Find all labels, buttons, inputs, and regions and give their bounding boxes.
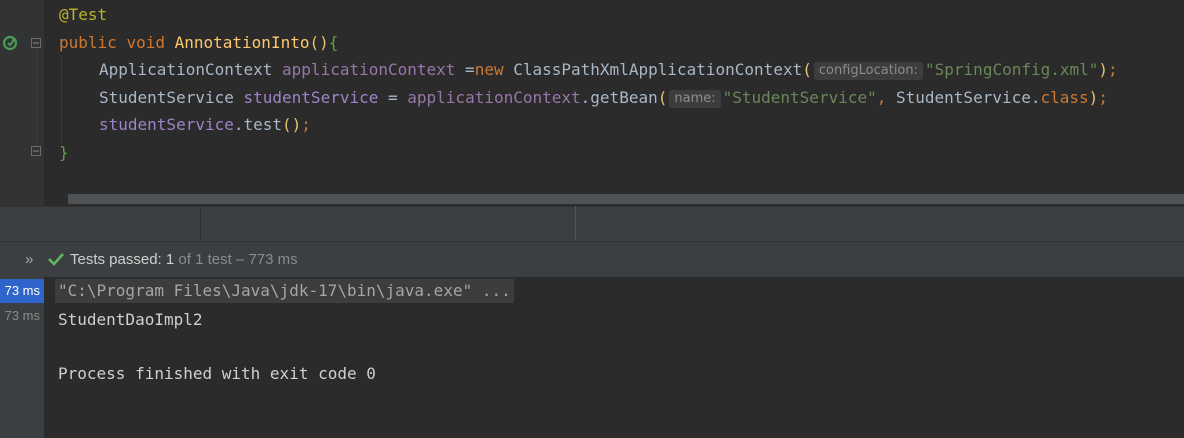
type-name: ApplicationContext [99,60,273,79]
console-output[interactable]: "C:\Program Files\Java\jdk-17\bin\java.e… [44,277,1184,438]
class-name: ClassPathXmlApplicationContext [503,60,803,79]
class-reference: StudentService. [896,88,1041,107]
keyword-public: public [59,33,117,52]
code-line-test-call: studentService.test(); [99,114,311,136]
method-name: AnnotationInto [174,33,310,52]
test-tree-row[interactable]: 73 ms [5,304,40,328]
check-icon [48,253,64,266]
comma: , [876,88,896,107]
assign-operator: = [455,60,475,79]
open-brace: { [328,33,339,52]
method-parens: () [309,33,329,52]
string-argument: "SpringConfig.xml" [925,60,1099,79]
call-parens: () [282,115,302,134]
assign-operator: = [378,88,408,107]
tests-passed-summary: Tests passed: 1 of 1 test – 773 ms [70,242,298,277]
close-paren: ) [1098,60,1109,79]
open-paren: ( [657,88,668,107]
toolbar-divider [200,206,201,240]
code-line-context: ApplicationContext applicationContext =n… [99,59,1118,81]
semicolon: ; [1108,60,1118,79]
code-line-method-declaration: public void AnnotationInto(){ [59,32,338,54]
variable-name: applicationContext [282,60,456,79]
semicolon: ; [301,115,311,134]
method-call: .test [233,115,283,134]
editor-gutter [0,0,44,206]
fold-guide [36,42,37,154]
tool-window-toolbar [0,206,1184,241]
tests-passed-count: 1 [165,251,175,268]
keyword-class: class [1040,88,1089,107]
variable-name: studentService [243,88,379,107]
code-line-get-bean: StudentService studentService = applicat… [99,87,1108,109]
type-name: StudentService [99,88,234,107]
code-line-annotation: @Test [59,4,107,26]
parameter-hint: name: [669,90,721,108]
indent-guide [61,56,62,142]
keyword-void: void [126,33,165,52]
close-paren: ) [1088,88,1099,107]
tests-passed-label: Tests passed: [70,251,166,268]
parameter-hint: configLocation: [813,62,924,80]
open-paren: ( [802,60,812,79]
semicolon: ; [1098,88,1108,107]
receiver-name: applicationContext [407,88,581,107]
console-exit-line: Process finished with exit code 0 [58,364,376,383]
test-tree-row-selected[interactable]: 73 ms [0,279,44,303]
code-editor[interactable]: @Test public void AnnotationInto(){ Appl… [0,0,1184,206]
splitter-handle[interactable] [575,206,576,240]
tests-passed-detail: of 1 test – 773 ms [174,251,298,268]
console-output-line: StudentDaoImpl2 [58,310,203,329]
string-argument: "StudentService" [722,88,877,107]
code-line-close: } [59,142,69,164]
close-brace: } [59,143,69,162]
horizontal-scrollbar-thumb[interactable] [68,194,1184,204]
annotation-token: @Test [59,5,108,24]
test-status-bar: » Tests passed: 1 of 1 test – 773 ms [0,241,1184,278]
method-call: .getBean [580,88,658,107]
console-command-line[interactable]: "C:\Program Files\Java\jdk-17\bin\java.e… [55,279,514,303]
test-results-tree: 73 ms 73 ms [0,277,44,438]
expand-icon[interactable]: » [25,242,33,277]
run-test-icon[interactable] [2,35,18,51]
variable-name: studentService [99,115,234,134]
keyword-new: new [474,60,504,79]
fold-icon[interactable] [31,146,41,156]
fold-icon[interactable] [31,38,41,48]
